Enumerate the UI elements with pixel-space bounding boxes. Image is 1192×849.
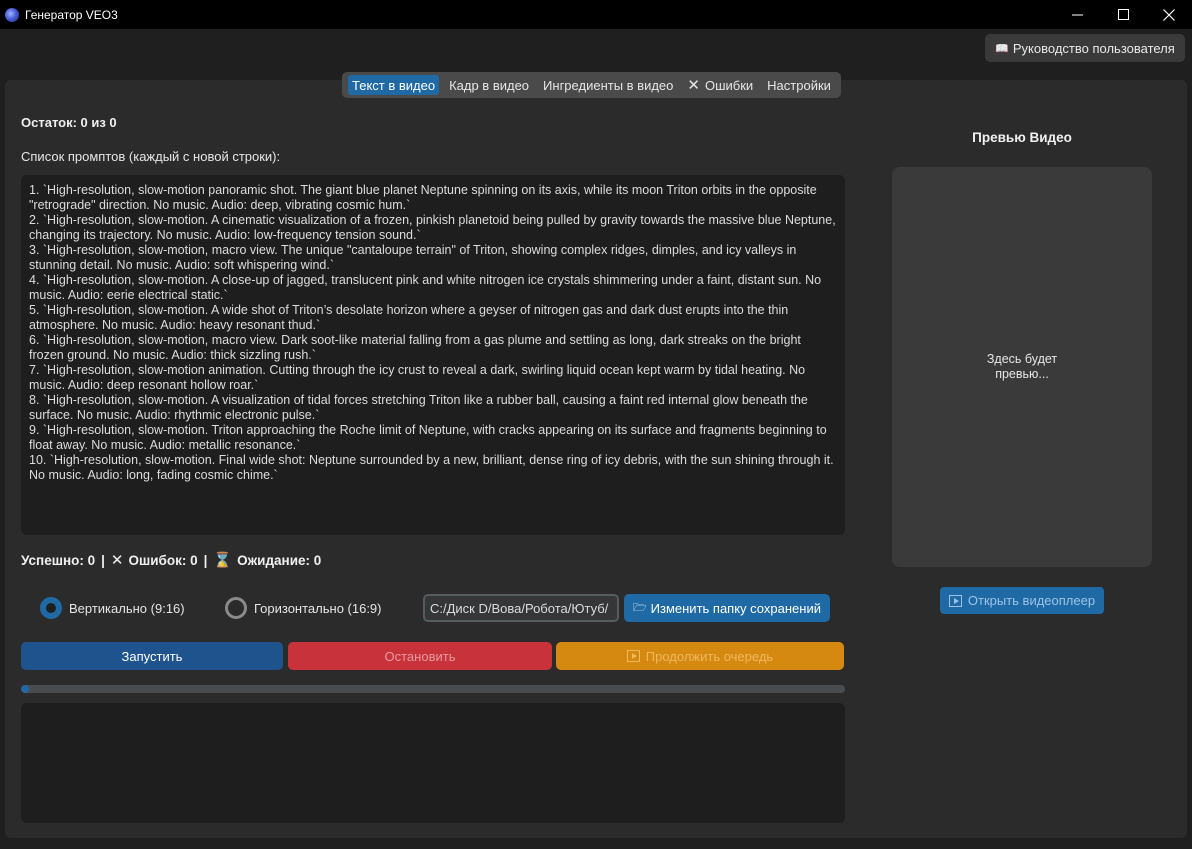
book-icon: 📖 (995, 42, 1009, 55)
title-bar: Генератор VEO3 (0, 0, 1192, 29)
prompt-line: 5. `High-resolution, slow-motion. A wide… (29, 303, 789, 332)
preview-placeholder: Здесь будет превью... (986, 352, 1058, 381)
continue-label: Продолжить очередь (645, 648, 774, 664)
close-button[interactable] (1146, 0, 1192, 29)
vertical-radio[interactable]: Вертикально (9:16) (40, 597, 185, 619)
tab-label: Ингредиенты в видео (543, 77, 674, 93)
error-count: Ошибок: 0 (128, 552, 198, 568)
x-icon: ✕ (110, 552, 124, 569)
stop-label: Остановить (384, 648, 456, 664)
x-icon: ✕ (687, 77, 700, 94)
tab-label: Кадр в видео (449, 77, 530, 93)
tab-label: Настройки (767, 77, 831, 93)
tab-errors[interactable]: ✕ Ошибки (683, 75, 757, 95)
stop-button[interactable]: Остановить (288, 642, 552, 670)
maximize-button[interactable] (1100, 0, 1146, 29)
tab-ingredients-to-video[interactable]: Ингредиенты в видео (539, 75, 677, 95)
prompt-line: 8. `High-resolution, slow-motion. A visu… (29, 393, 808, 422)
start-button[interactable]: Запустить (21, 642, 283, 670)
prompt-line: 3. `High-resolution, slow-motion, macro … (29, 243, 797, 272)
log-output[interactable] (21, 703, 845, 823)
prompts-label: Список промптов (каждый с новой строки): (21, 149, 281, 164)
prompts-textarea[interactable]: 1. `High-resolution, slow-motion panoram… (21, 175, 845, 535)
vertical-label: Вертикально (9:16) (69, 600, 185, 616)
play-icon (948, 594, 962, 607)
tab-settings[interactable]: Настройки (763, 75, 835, 95)
window-controls (1054, 0, 1192, 29)
preview-title: Превью Видео (972, 130, 1072, 145)
play-icon (626, 650, 640, 662)
user-manual-button[interactable]: 📖 Руководство пользователя (985, 34, 1185, 62)
prompt-line: 10. `High-resolution, slow-motion. Final… (29, 453, 834, 482)
success-count: Успешно: 0 (21, 552, 96, 568)
progress-bar (21, 685, 845, 693)
prompt-line: 2. `High-resolution, slow-motion. A cine… (29, 213, 836, 242)
prompt-line: 4. `High-resolution, slow-motion. A clos… (29, 273, 822, 302)
prompt-line: 9. `High-resolution, slow-motion. Triton… (29, 423, 827, 452)
tab-text-to-video[interactable]: Текст в видео (348, 75, 440, 95)
change-folder-button[interactable]: 🗁 Изменить папку сохранений (624, 594, 830, 622)
save-path-input[interactable] (423, 594, 619, 622)
separator: | (203, 552, 208, 568)
open-player-button[interactable]: Открыть видеоплеер (940, 587, 1104, 614)
radio-indicator (225, 597, 247, 619)
folder-icon: 🗁 (633, 601, 647, 614)
tab-frame-to-video[interactable]: Кадр в видео (445, 75, 533, 95)
tab-label: Текст в видео (352, 77, 436, 93)
tab-bar: Текст в видео Кадр в видео Ингредиенты в… (342, 72, 841, 98)
user-manual-label: Руководство пользователя (1012, 40, 1175, 56)
horizontal-label: Горизонтально (16:9) (254, 600, 382, 616)
open-player-label: Открыть видеоплеер (967, 593, 1096, 608)
prompt-line: 1. `High-resolution, slow-motion panoram… (29, 183, 817, 212)
horizontal-radio[interactable]: Горизонтально (16:9) (225, 597, 382, 619)
status-bar: Успешно: 0 | ✕ Ошибок: 0 | ⌛ Ожидание: 0 (21, 551, 321, 569)
change-folder-label: Изменить папку сохранений (650, 600, 821, 616)
window-title: Генератор VEO3 (25, 7, 118, 22)
progress-fill (21, 685, 30, 693)
video-preview: Здесь будет превью... (892, 167, 1152, 567)
maximize-icon (1117, 9, 1129, 20)
separator: | (101, 552, 105, 568)
prompt-line: 7. `High-resolution, slow-motion animati… (29, 363, 806, 392)
start-label: Запустить (121, 648, 183, 664)
minimize-button[interactable] (1054, 0, 1100, 29)
radio-indicator (40, 597, 62, 619)
prompt-line: 6. `High-resolution, slow-motion, macro … (29, 333, 801, 362)
tab-label: Ошибки (704, 77, 754, 93)
waiting-count: Ожидание: 0 (237, 552, 322, 568)
hourglass-icon: ⌛ (213, 552, 233, 569)
remaining-count: Остаток: 0 из 0 (21, 115, 117, 130)
app-icon (5, 7, 19, 22)
close-icon (1163, 8, 1175, 21)
minimize-icon (1071, 14, 1083, 15)
continue-queue-button[interactable]: Продолжить очередь (556, 642, 844, 670)
